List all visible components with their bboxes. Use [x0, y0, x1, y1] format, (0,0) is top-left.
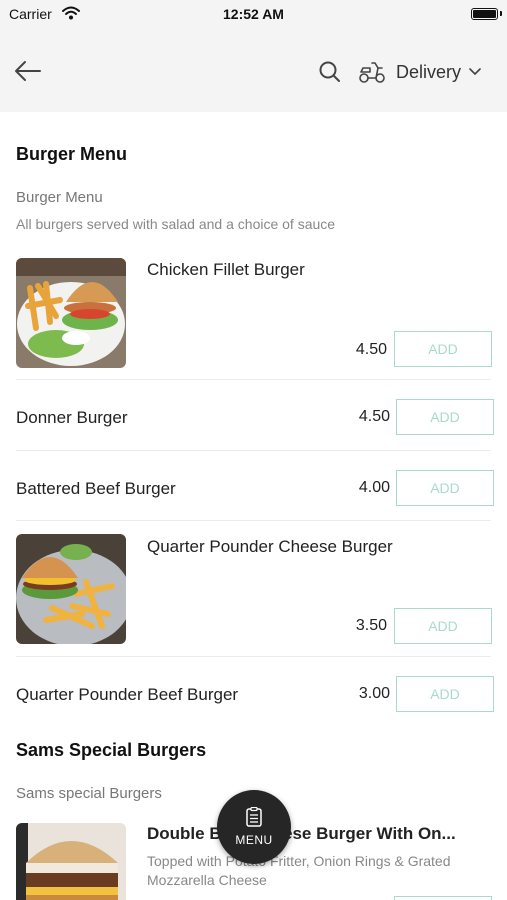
divider: [16, 379, 491, 380]
divider: [16, 656, 491, 657]
menu-list-icon: [246, 807, 262, 827]
battery-icon: [471, 8, 498, 20]
item-name[interactable]: Quarter Pounder Beef Burger: [16, 685, 336, 705]
add-button[interactable]: ADD: [394, 608, 492, 644]
item-price: 4.00: [358, 479, 390, 496]
add-button[interactable]: ADD: [396, 676, 494, 712]
double-burger-image[interactable]: [16, 823, 126, 900]
back-arrow-icon: [15, 61, 41, 81]
add-button[interactable]: ADD: [396, 470, 494, 506]
item-price: 3.50: [355, 617, 387, 634]
item-name[interactable]: Donner Burger: [16, 408, 336, 428]
cheese-burger-image[interactable]: [16, 534, 126, 644]
divider: [16, 450, 491, 451]
scooter-icon: [359, 62, 385, 83]
item-name[interactable]: Battered Beef Burger: [16, 479, 336, 499]
subsection-title: Burger Menu: [16, 189, 103, 206]
item-name[interactable]: Chicken Fillet Burger: [147, 260, 492, 280]
item-price: 4.50: [355, 341, 387, 358]
search-icon: [319, 61, 340, 82]
item-price: 3.00: [358, 685, 390, 702]
back-button[interactable]: [12, 57, 44, 85]
add-button[interactable]: ADD: [394, 331, 492, 367]
section-title: Burger Menu: [16, 144, 128, 164]
section-title: Sams Special Burgers: [16, 740, 207, 760]
battery-tip: [500, 11, 502, 16]
search-button[interactable]: [318, 60, 342, 84]
menu-list[interactable]: Burger Menu Burger Menu All burgers serv…: [0, 112, 507, 900]
add-button-partial[interactable]: [394, 896, 492, 900]
item-name[interactable]: Double Beef Cheese Burger With On...: [147, 824, 492, 844]
chicken-burger-image[interactable]: [16, 258, 126, 368]
item-price: 4.50: [358, 408, 390, 425]
subsection-description: All burgers served with salad and a choi…: [16, 216, 336, 232]
delivery-selector[interactable]: Delivery: [358, 58, 481, 86]
add-button[interactable]: ADD: [396, 399, 494, 435]
status-bar: Carrier 12:52 AM: [0, 0, 507, 30]
item-name[interactable]: Quarter Pounder Cheese Burger: [147, 537, 492, 557]
menu-fab-button[interactable]: MENU: [217, 790, 291, 864]
chevron-down-icon: [469, 68, 481, 75]
menu-fab-label: MENU: [235, 833, 273, 847]
status-time: 12:52 AM: [223, 6, 284, 22]
divider: [16, 520, 491, 521]
delivery-label: Delivery: [396, 61, 462, 82]
subsection-title: Sams special Burgers: [16, 785, 162, 802]
item-description: Topped with Potato Fritter, Onion Rings …: [147, 853, 451, 888]
nav-bar: Delivery: [0, 30, 507, 112]
